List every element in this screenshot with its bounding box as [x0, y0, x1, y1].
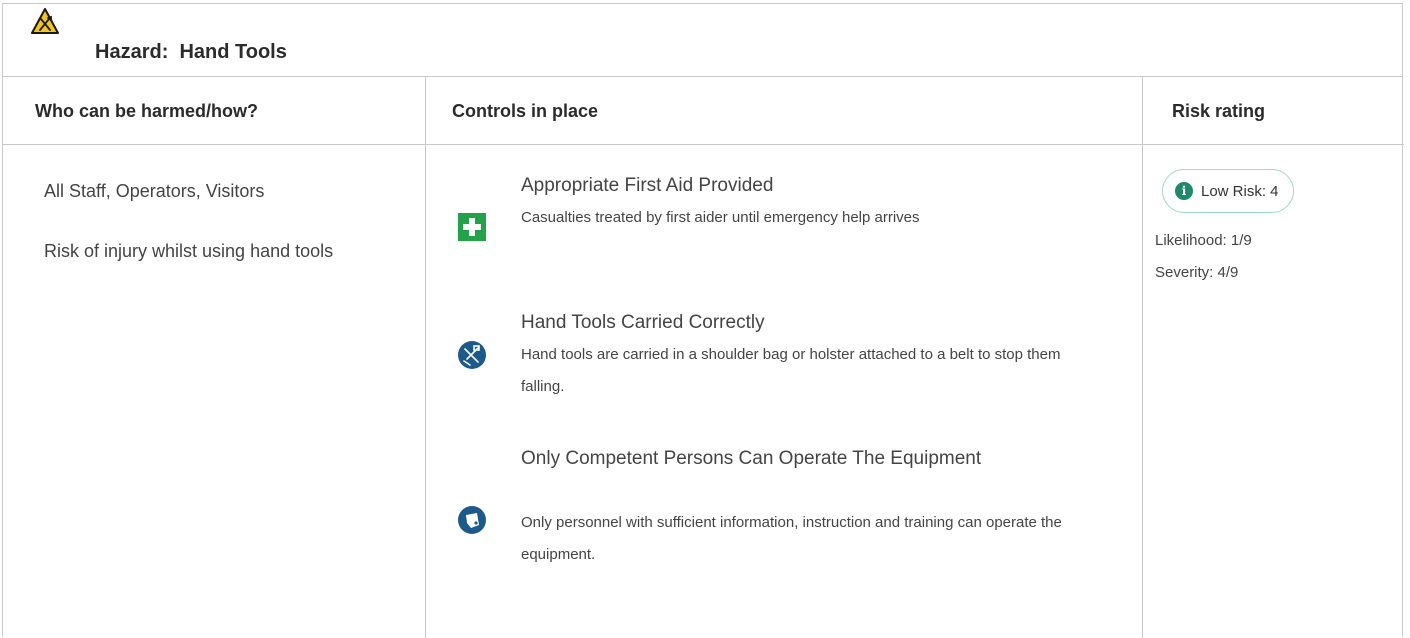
- control-description: Hand tools are carried in a shoulder bag…: [521, 346, 1061, 395]
- control-title: Appropriate First Aid Provided: [521, 175, 774, 196]
- who-how: Risk of injury whilst using hand tools: [44, 241, 334, 261]
- control-description: Casualties treated by first aider until …: [521, 209, 920, 226]
- who-column: Who can be harmed/how? All Staff, Operat…: [3, 77, 426, 638]
- who-people: All Staff, Operators, Visitors: [44, 181, 265, 201]
- who-column-header: Who can be harmed/how?: [3, 77, 425, 145]
- control-title: Only Competent Persons Can Operate The E…: [521, 448, 982, 469]
- hazard-title: Hazard: Hand Tools: [95, 41, 287, 63]
- first-aid-icon: [458, 213, 486, 241]
- hazard-card: Hazard: Hand Tools Who can be harmed/how…: [2, 3, 1404, 638]
- hazard-header: Hazard: Hand Tools: [3, 4, 1402, 77]
- risk-column-header: Risk rating: [1143, 77, 1404, 145]
- hazard-warning-icon: [31, 8, 59, 34]
- competence-icon: [458, 506, 486, 534]
- controls-column: Controls in place Appropriate First Aid …: [426, 77, 1143, 638]
- risk-column: Risk rating i Low Risk: 4 Likelihood: 1/…: [1143, 77, 1404, 638]
- controls-column-header: Controls in place: [426, 77, 1142, 145]
- likelihood-value: Likelihood: 1/9: [1155, 232, 1252, 249]
- risk-badge-label: Low Risk: 4: [1201, 182, 1279, 200]
- control-title: Hand Tools Carried Correctly: [521, 312, 765, 333]
- severity-value: Severity: 4/9: [1155, 264, 1239, 281]
- control-description: Only personnel with sufficient informati…: [521, 514, 1062, 563]
- risk-badge[interactable]: i Low Risk: 4: [1162, 169, 1294, 213]
- tool-belt-icon: [458, 341, 486, 369]
- info-icon: i: [1175, 182, 1193, 200]
